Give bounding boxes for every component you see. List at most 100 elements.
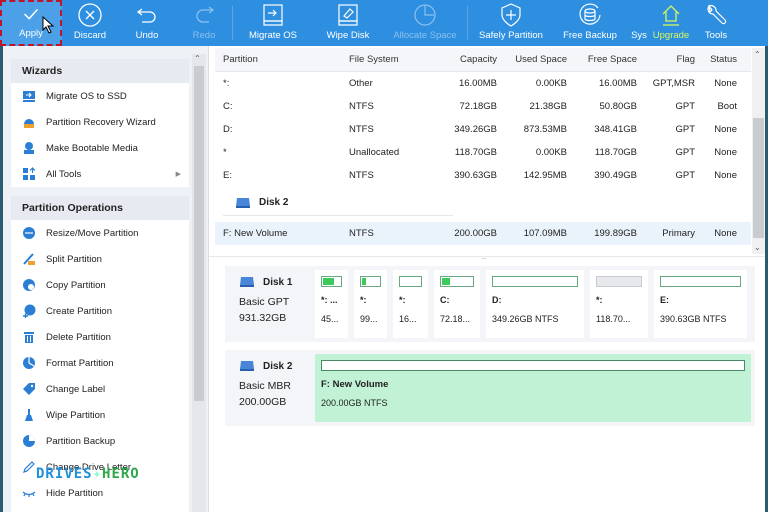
usage-bar	[492, 276, 578, 287]
disk1-info[interactable]: Disk 1 Basic GPT 931.32GB	[225, 266, 315, 342]
sidebar-item-migrate-os-to-ssd[interactable]: Migrate OS to SSD	[11, 83, 189, 109]
col-used-space[interactable]: Used Space	[497, 54, 567, 65]
sidebar-scrollbar[interactable]: ⌃	[192, 54, 206, 512]
partition-block[interactable]: *: ... 45...	[315, 270, 348, 338]
disk1-map: Disk 1 Basic GPT 931.32GB *: ... 45... *: 9…	[225, 266, 755, 342]
upgrade-button[interactable]: Upgrade	[652, 0, 690, 46]
usage-bar	[360, 276, 381, 287]
apply-label: Apply	[19, 28, 43, 39]
cell-used-space: 107.09MB	[523, 228, 567, 239]
wipe-disk-button[interactable]: Wipe Disk	[313, 0, 383, 46]
disk2-size: 200.00GB	[239, 396, 287, 408]
table-row[interactable]: F: New Volume NTFS 200.00GB 107.09MB 199.89G…	[215, 222, 751, 245]
partition-size: 118.70...	[596, 314, 631, 324]
partition-size: 390.63GB NTFS	[660, 314, 727, 324]
sidebar-item-copy-partition[interactable]: Copy Partition	[11, 272, 189, 298]
col-free-space[interactable]: Free Space	[567, 54, 637, 65]
tag-icon	[22, 382, 36, 396]
sidebar-item-label: Partition Backup	[46, 435, 116, 447]
disk2-title: Disk 2	[259, 197, 289, 208]
migrate-os-button[interactable]: Migrate OS	[233, 0, 313, 46]
sidebar: Wizards Migrate OS to SSD Partition Reco…	[0, 46, 208, 512]
upgrade-house-icon	[662, 5, 680, 26]
sidebar-item-split-partition[interactable]: Split Partition	[11, 246, 189, 272]
safely-partition-button[interactable]: Safely Partition	[468, 0, 554, 46]
close-circle-icon	[78, 3, 102, 27]
partition-label: *: ...	[321, 295, 338, 305]
table-row[interactable]: C: NTFS 72.18GB 21.38GB 50.80GB GPT Boot	[215, 95, 751, 118]
cell-capacity: 200.00GB	[454, 228, 497, 239]
wizards-heading: Wizards	[11, 59, 189, 83]
sidebar-item-delete-partition[interactable]: Delete Partition	[11, 324, 189, 350]
sidebar-scroll-thumb[interactable]	[194, 66, 204, 401]
scroll-up-icon[interactable]: ⌃	[194, 54, 201, 63]
table-scrollbar[interactable]: ⌃ ⌄	[752, 48, 765, 254]
resize-move-icon	[22, 226, 36, 240]
sidebar-item-format-partition[interactable]: Format Partition	[11, 350, 189, 376]
partition-block[interactable]: *: 118.70...	[590, 270, 648, 338]
col-status[interactable]: Status	[695, 54, 743, 65]
apply-button[interactable]: Apply	[0, 0, 62, 46]
sidebar-item-label: Migrate OS to SSD	[46, 90, 127, 102]
free-backup-button[interactable]: Free Backup	[554, 0, 626, 46]
redo-button[interactable]: Redo	[176, 0, 232, 46]
disk2-info[interactable]: Disk 2 Basic MBR 200.00GB	[225, 350, 315, 426]
partition-block[interactable]: C: 72.18...	[434, 270, 480, 338]
sidebar-item-label: Copy Partition	[46, 279, 106, 291]
sidebar-item-partition-backup[interactable]: Partition Backup	[11, 428, 189, 454]
cell-free-space: 118.70GB	[594, 147, 637, 158]
cell-flag: GPT	[675, 147, 695, 158]
cell-partition: *:	[223, 78, 230, 89]
sidebar-item-resize-move-partition[interactable]: Resize/Move Partition	[11, 220, 189, 246]
sidebar-item-label: Create Partition	[46, 305, 113, 317]
sidebar-item-label: Hide Partition	[46, 487, 104, 499]
cell-file-system: NTFS	[349, 101, 374, 112]
scroll-down-icon[interactable]: ⌄	[754, 243, 761, 252]
toolbar: Apply Discard Undo Redo Migrate OS Wipe …	[0, 0, 768, 46]
partition-block[interactable]: *: 16...	[393, 270, 428, 338]
sidebar-item-label: Partition Recovery Wizard	[46, 116, 156, 128]
col-flag[interactable]: Flag	[637, 54, 695, 65]
sidebar-item-create-partition[interactable]: Create Partition	[11, 298, 189, 324]
table-row[interactable]: E: NTFS 390.63GB 142.95MB 390.49GB GPT None	[215, 164, 751, 187]
col-file-system[interactable]: File System	[343, 54, 423, 65]
partition-block[interactable]: *: 99...	[354, 270, 387, 338]
partition-block[interactable]: D: 349.26GB NTFS	[486, 270, 584, 338]
discard-button[interactable]: Discard	[62, 0, 118, 46]
sidebar-item-change-label[interactable]: Change Label	[11, 376, 189, 402]
cell-status: None	[714, 147, 737, 158]
sidebar-item-wipe-partition[interactable]: Wipe Partition	[11, 402, 189, 428]
undo-button[interactable]: Undo	[118, 0, 176, 46]
partition-label: C:	[440, 295, 450, 305]
cell-free-space: 50.80GB	[599, 101, 638, 112]
partition-label: F: New Volume	[321, 379, 389, 390]
shield-plus-icon	[501, 3, 521, 27]
table-row[interactable]: *: Other 16.00MB 0.00KB 16.00MB GPT,MSR None	[215, 72, 751, 95]
pane-splitter[interactable]: ···	[209, 254, 765, 263]
usage-bar	[596, 276, 642, 287]
allocate-space-button[interactable]: Allocate Space	[383, 0, 467, 46]
sys-button[interactable]: Sys	[626, 0, 652, 46]
scroll-up-icon[interactable]: ⌃	[754, 50, 761, 59]
sidebar-item-label: Make Bootable Media	[46, 142, 138, 154]
sidebar-item-partition-recovery-wizard[interactable]: Partition Recovery Wizard	[11, 109, 189, 135]
sidebar-item-hide-partition[interactable]: Hide Partition	[11, 480, 189, 506]
cell-flag: GPT	[675, 101, 695, 112]
partition-block[interactable]: F: New Volume 200.00GB NTFS	[315, 354, 751, 422]
tools-button[interactable]: Tools	[690, 0, 742, 46]
cell-flag: GPT,MSR	[652, 78, 695, 89]
disk1-name: Disk 1	[263, 276, 293, 288]
table-row[interactable]: D: NTFS 349.26GB 873.53MB 348.41GB GPT None	[215, 118, 751, 141]
cell-file-system: Unallocated	[349, 147, 400, 158]
disk2-map: Disk 2 Basic MBR 200.00GB F: New Volume 2…	[225, 350, 755, 426]
sidebar-item-make-bootable-media[interactable]: Make Bootable Media	[11, 135, 189, 161]
col-partition[interactable]: Partition	[215, 54, 343, 65]
col-capacity[interactable]: Capacity	[423, 54, 497, 65]
pie-clock-icon	[414, 4, 436, 26]
table-scroll-thumb[interactable]	[753, 118, 764, 238]
table-row[interactable]: * Unallocated 118.70GB 0.00KB 118.70GB GPT Non…	[215, 141, 751, 164]
partition-block[interactable]: E: 390.63GB NTFS	[654, 270, 747, 338]
sidebar-item-all-tools[interactable]: All Tools ▶	[11, 161, 189, 187]
partition-label: *:	[360, 295, 367, 305]
splitter-grip-icon[interactable]: ···	[481, 254, 487, 263]
